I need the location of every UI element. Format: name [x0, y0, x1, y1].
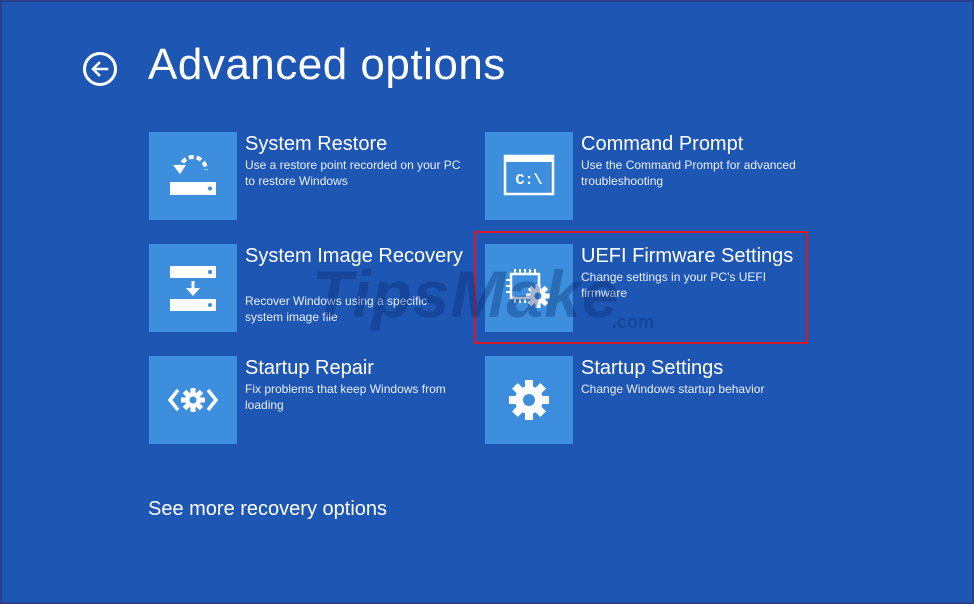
option-description: Change Windows startup behavior: [581, 382, 765, 396]
see-more-recovery-options-link[interactable]: See more recovery options: [148, 498, 387, 521]
startup-repair-icon: [167, 388, 219, 412]
option-tile: C:\: [485, 132, 573, 220]
option-tile: [149, 132, 237, 220]
option-title: System Restore: [245, 133, 388, 155]
watermark-suffix: .com: [612, 312, 655, 332]
option-startup-repair[interactable]: Startup Repair Fix problems that keep Wi…: [149, 356, 469, 446]
back-button[interactable]: [83, 52, 117, 86]
option-tile: [149, 244, 237, 332]
option-title: Command Prompt: [581, 133, 744, 155]
system-restore-icon: [170, 155, 216, 195]
command-prompt-glyph: C:\: [515, 172, 542, 189]
watermark: TipsMake: [312, 257, 620, 331]
option-title: Startup Repair: [245, 357, 374, 379]
option-title: Startup Settings: [581, 357, 724, 379]
gear-icon: [509, 380, 549, 420]
back-arrow-icon: [91, 61, 109, 77]
option-description: Use the Command Prompt for advanced trou…: [581, 158, 796, 188]
option-command-prompt[interactable]: C:\ Command Prompt Use the Command Promp…: [485, 132, 805, 222]
system-image-icon: [170, 266, 216, 311]
page-title: Advanced options: [148, 40, 506, 89]
command-prompt-icon: C:\: [503, 154, 555, 196]
option-system-restore[interactable]: System Restore Use a restore point recor…: [149, 132, 469, 222]
option-tile: [149, 356, 237, 444]
option-description: Use a restore point recorded on your PC …: [245, 158, 461, 188]
option-description: Fix problems that keep Windows from load…: [245, 382, 446, 412]
option-startup-settings[interactable]: Startup Settings Change Windows startup …: [485, 356, 805, 446]
option-tile: [485, 356, 573, 444]
